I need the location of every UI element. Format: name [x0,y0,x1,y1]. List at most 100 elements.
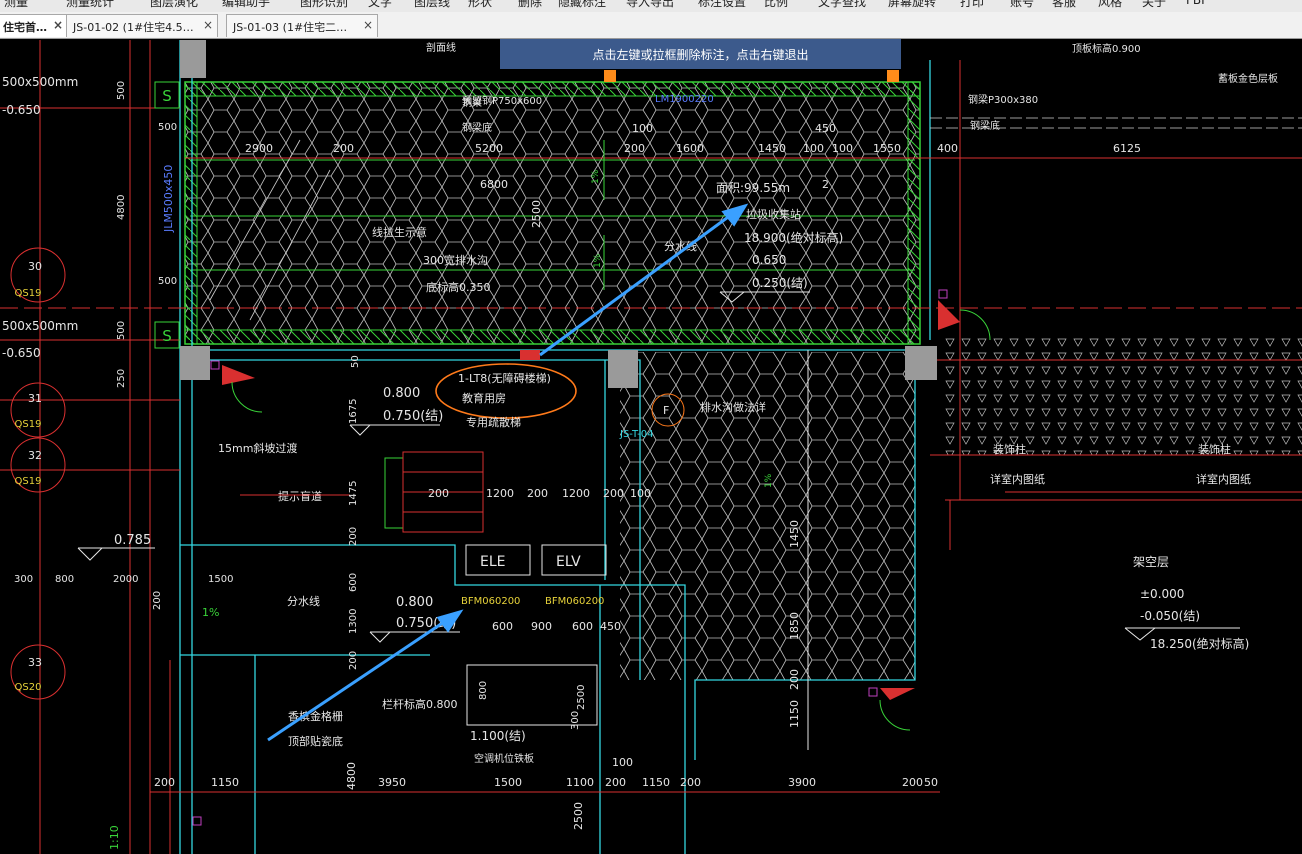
grille-note: 香槟金格栅 顶部贴瓷底 [288,709,343,748]
svg-text:200: 200 [527,487,548,500]
svg-text:32: 32 [28,449,42,462]
svg-text:0.250(结): 0.250(结) [752,276,808,290]
ac-dimensions: 800 2500 300 [478,681,587,730]
svg-text:2: 2 [822,178,829,191]
menu-item[interactable]: 测量 [4,0,28,10]
svg-text:6125: 6125 [1113,142,1141,155]
svg-text:450: 450 [815,122,836,135]
menu-item[interactable]: 文字 [368,0,392,10]
menu-item[interactable]: 导入导出 [626,0,674,10]
menu-item[interactable]: 编辑助手 [222,0,270,10]
svg-text:33: 33 [28,656,42,669]
roof-parapet-bottom [184,329,921,345]
svg-text:QS19: QS19 [15,476,42,487]
menu-item[interactable]: 图形识别 [300,0,348,10]
elevators[interactable]: ELE ELV [465,544,607,576]
drain-note: 排水沟做法详 [700,400,766,414]
svg-text:4800: 4800 [345,762,358,790]
svg-text:200: 200 [348,527,359,546]
tab-js-01-02[interactable]: JS-01-02 (1#住宅4.5… × [66,14,218,37]
svg-text:1150: 1150 [642,776,670,789]
menu-item[interactable]: 打印 [960,0,984,10]
menu-item[interactable]: 删除 [518,0,542,10]
svg-text:BFM060200: BFM060200 [461,596,520,607]
svg-text:QS19: QS19 [15,288,42,299]
roof-hatch-area [185,82,920,344]
svg-text:3900: 3900 [788,776,816,789]
svg-text:800: 800 [478,681,489,700]
svg-text:500x500mm: 500x500mm [2,75,78,89]
svg-text:ELV: ELV [556,554,581,570]
svg-text:100: 100 [630,487,651,500]
stair-dimensions: 200 1200 200 1200 200 100 [428,487,651,500]
svg-text:30: 30 [28,260,42,273]
svg-text:2500: 2500 [576,685,587,710]
svg-text:QS20: QS20 [15,682,42,693]
tab-label: JS-01-03 (1#住宅二… [233,21,348,34]
svg-text:18.900(绝对标高): 18.900(绝对标高) [744,230,843,245]
menu-item[interactable]: 形状 [468,0,492,10]
document-tab-bar: 住宅首… × JS-01-02 (1#住宅4.5… × JS-01-03 (1#… [0,12,1302,39]
svg-text:0.800: 0.800 [396,595,433,610]
svg-text:蓄板金色层板: 蓄板金色层板 [1218,72,1278,85]
menu-item[interactable]: 隐藏标注 [558,0,606,10]
svg-text:BFM060200: BFM060200 [545,596,604,607]
collect-well-label: 垃圾收集站 [746,207,801,221]
svg-text:18.250(绝对标高): 18.250(绝对标高) [1150,636,1249,651]
detail-ref-letter: F [663,404,669,417]
svg-text:200: 200 [603,487,624,500]
command-prompt-banner: 点击左键或拉框删除标注，点击右键退出 [500,39,901,69]
tab-label: 住宅首… [3,21,47,34]
svg-text:500: 500 [158,276,177,287]
svg-text:1300: 1300 [348,609,359,634]
svg-text:1450: 1450 [788,520,801,548]
svg-text:1600: 1600 [676,142,704,155]
menu-item[interactable]: FBI [1186,0,1205,7]
menu-item[interactable]: 文字查找 [818,0,866,10]
svg-text:100: 100 [832,142,853,155]
svg-text:教育用房: 教育用房 [462,391,506,405]
svg-text:500: 500 [116,81,127,100]
tab-js-01-03[interactable]: JS-01-03 (1#住宅二… × [226,14,378,37]
menu-item[interactable]: 比例 [764,0,788,10]
svg-text:1500: 1500 [494,776,522,789]
orange-marker [604,70,616,82]
menu-item[interactable]: 测量统计 [66,0,114,10]
svg-text:2500: 2500 [530,200,543,228]
svg-text:200: 200 [680,776,701,789]
svg-text:1%: 1% [593,253,603,268]
ground-hatch-area [940,337,1302,455]
svg-text:500: 500 [158,122,177,133]
svg-text:1475: 1475 [348,481,359,506]
guide-note: 提示盲道 [278,489,322,503]
close-icon[interactable]: × [53,18,63,32]
close-icon[interactable]: × [363,18,373,32]
stair-note: 1-LT8(无障碍楼梯) 教育用房 专用疏散梯 [458,371,551,429]
menu-item[interactable]: 关于 [1142,0,1166,10]
menu-item[interactable]: 账号 [1010,0,1034,10]
menu-item[interactable]: 风格 [1098,0,1122,10]
tab-residence-home[interactable]: 住宅首… × [0,14,68,37]
svg-text:250: 250 [116,369,127,388]
svg-text:50: 50 [350,355,361,368]
svg-text:1:10: 1:10 [108,825,121,850]
svg-text:1675: 1675 [348,399,359,424]
side-dimensions: 1675 1475 200 600 1300 200 50 [348,355,361,670]
cad-drawing-canvas[interactable]: S S 30 QS19 31 QS19 32 QS19 33 QS20 500x… [0,39,1302,854]
close-icon[interactable]: × [203,18,213,32]
svg-text:600: 600 [572,620,593,633]
menu-item[interactable]: 客服 [1052,0,1076,10]
menu-item[interactable]: 图层线 [414,0,450,10]
svg-text:顶部贴瓷底: 顶部贴瓷底 [288,734,343,748]
menu-item[interactable]: 标注设置 [698,0,746,10]
svg-text:300: 300 [14,574,33,585]
roof-parapet-left [184,81,198,345]
svg-text:200: 200 [605,776,626,789]
menu-item[interactable]: 屏幕旋转 [888,0,936,10]
beam-label: JLM500x450 [162,165,175,233]
svg-text:1450: 1450 [758,142,786,155]
grid-axis-labels[interactable]: 30 QS19 31 QS19 32 QS19 33 QS20 [10,247,66,700]
svg-text:空调机位铁板: 空调机位铁板 [474,752,534,765]
menu-item[interactable]: 图层演化 [150,0,198,10]
drain-ref: JS-T-04 [619,429,654,440]
